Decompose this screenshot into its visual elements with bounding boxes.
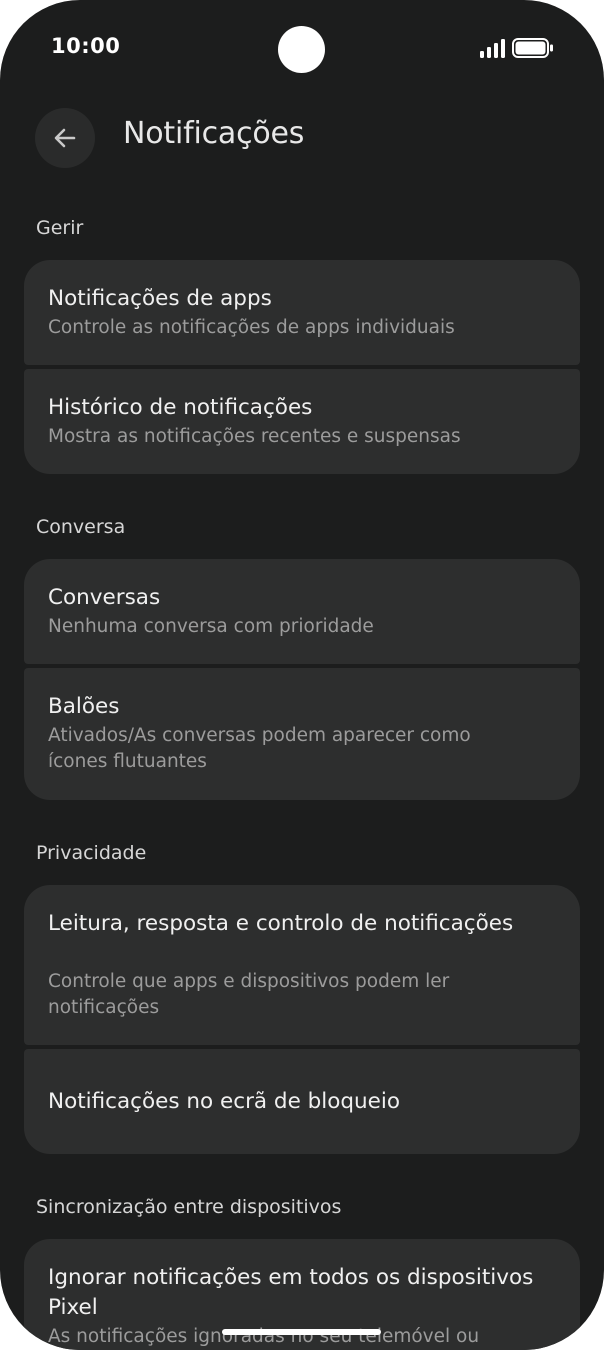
list-item-subtitle: Nenhuma conversa com prioridade	[48, 616, 374, 637]
section-label-sync-devices: Sincronização entre dispositivos	[36, 1196, 342, 1218]
list-item-subtitle: Controle que apps e dispositivos podem l…	[48, 971, 450, 1018]
page-title: Notificações	[123, 116, 305, 151]
list-item-subtitle: Controle as notificações de apps individ…	[48, 317, 455, 338]
section-label-conversa: Conversa	[36, 516, 126, 538]
camera-cutout	[278, 26, 325, 73]
section-label-gerir: Gerir	[36, 217, 84, 239]
list-item-conversations[interactable]: Conversas Nenhuma conversa com prioridad…	[24, 559, 580, 664]
section-label-privacidade: Privacidade	[36, 842, 147, 864]
list-item-subtitle: Ativados/As conversas podem aparecer com…	[48, 725, 471, 772]
list-item-title: Notificações no ecrã de bloqueio	[48, 1089, 401, 1114]
list-item-bubbles[interactable]: Balões Ativados/As conversas podem apare…	[24, 668, 580, 800]
arrow-back-icon	[54, 128, 76, 148]
list-item-title: Balões	[48, 694, 120, 719]
status-time: 10:00	[51, 34, 121, 58]
signal-bars-icon	[480, 39, 505, 58]
list-item-title: Notificações de apps	[48, 286, 272, 311]
list-item-title: Conversas	[48, 585, 161, 610]
list-item-subtitle: As notificações ignoradas no seu telemóv…	[48, 1326, 480, 1347]
list-item-title: Leitura, resposta e controlo de notifica…	[48, 911, 514, 936]
home-indicator[interactable]	[222, 1329, 381, 1335]
list-item-notification-read-reply-control[interactable]: Leitura, resposta e controlo de notifica…	[24, 885, 580, 1045]
list-item-notification-history[interactable]: Histórico de notificações Mostra as noti…	[24, 369, 580, 474]
list-item-title: Ignorar notificações em todos os disposi…	[48, 1265, 534, 1320]
list-item-app-notifications[interactable]: Notificações de apps Controle as notific…	[24, 260, 580, 365]
back-button[interactable]	[35, 108, 95, 168]
phone-screen: 10:00 Notificações Gerir Notificações de…	[0, 0, 604, 1350]
list-item-lock-screen-notifications[interactable]: Notificações no ecrã de bloqueio	[24, 1049, 580, 1154]
list-item-title: Histórico de notificações	[48, 395, 313, 420]
list-item-subtitle: Mostra as notificações recentes e suspen…	[48, 426, 461, 447]
battery-icon	[512, 38, 553, 58]
